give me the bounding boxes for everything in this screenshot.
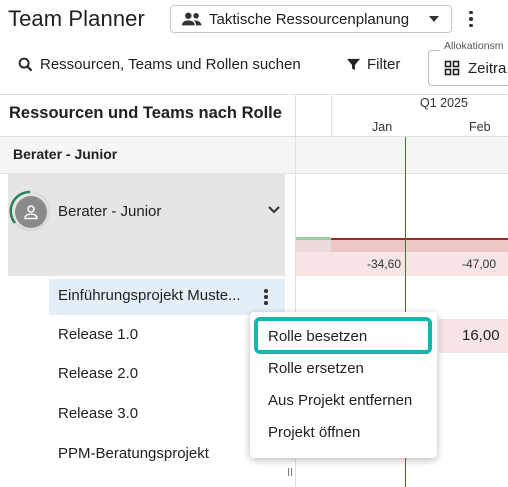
avatar — [15, 196, 47, 228]
filter-icon — [346, 58, 361, 71]
person-icon — [24, 205, 38, 220]
menu-item-rolle-ersetzen[interactable]: Rolle ersetzen — [268, 360, 364, 377]
view-select-label: Taktische Ressourcenplanung — [209, 10, 410, 28]
month-label: Jan — [372, 120, 393, 134]
resize-handle-icon[interactable] — [288, 468, 294, 476]
month-divider — [331, 94, 332, 137]
people-icon — [181, 12, 202, 26]
grid-title: Ressourcen und Teams nach Rolle — [9, 104, 282, 122]
search-button[interactable]: Ressourcen, Teams und Rollen suchen — [18, 56, 301, 73]
project-label[interactable]: Release 1.0 — [58, 326, 138, 343]
search-label: Ressourcen, Teams und Rollen suchen — [40, 56, 301, 73]
allocation-value: 16,00 — [462, 327, 500, 344]
grid-view-icon — [444, 60, 460, 76]
group-row-timeline — [296, 137, 508, 173]
focus-highlight — [254, 317, 432, 354]
project-label[interactable]: Release 2.0 — [58, 365, 138, 382]
search-icon — [18, 57, 33, 72]
menu-item-aus-projekt-entfernen[interactable]: Aus Projekt entfernen — [268, 392, 412, 409]
view-select[interactable]: Taktische Ressourcenplanung — [170, 5, 452, 33]
allocation-mode-select[interactable]: Zeitra — [428, 50, 508, 86]
menu-item-projekt-oeffnen[interactable]: Projekt öffnen — [268, 424, 360, 441]
capacity-bar — [296, 240, 331, 252]
caret-down-icon — [429, 16, 439, 22]
more-options-icon[interactable] — [462, 8, 480, 30]
filter-label: Filter — [367, 56, 401, 73]
capacity-limit-line — [331, 238, 508, 240]
divider — [0, 94, 508, 95]
app-title: Team Planner — [8, 6, 145, 31]
capacity-value: -34,60 — [367, 257, 402, 271]
capacity-bar — [331, 240, 508, 252]
capacity-available — [296, 237, 331, 240]
allocation-legend: Allokationsm — [440, 40, 508, 52]
row-more-icon[interactable] — [258, 288, 274, 306]
chevron-down-icon[interactable] — [267, 205, 281, 215]
group-label: Berater - Junior — [13, 146, 118, 162]
project-label[interactable]: Einführungsprojekt Muste... — [58, 287, 241, 304]
allocation-value: Zeitra — [468, 59, 507, 77]
role-label: Berater - Junior — [58, 203, 162, 220]
filter-button[interactable]: Filter — [346, 56, 400, 73]
month-label: Feb — [469, 120, 491, 134]
quarter-label: Q1 2025 — [420, 96, 468, 110]
capacity-value: -47,00 — [462, 257, 497, 271]
project-label[interactable]: PPM-Beratungsprojekt — [58, 445, 209, 462]
project-label[interactable]: Release 3.0 — [58, 405, 138, 422]
